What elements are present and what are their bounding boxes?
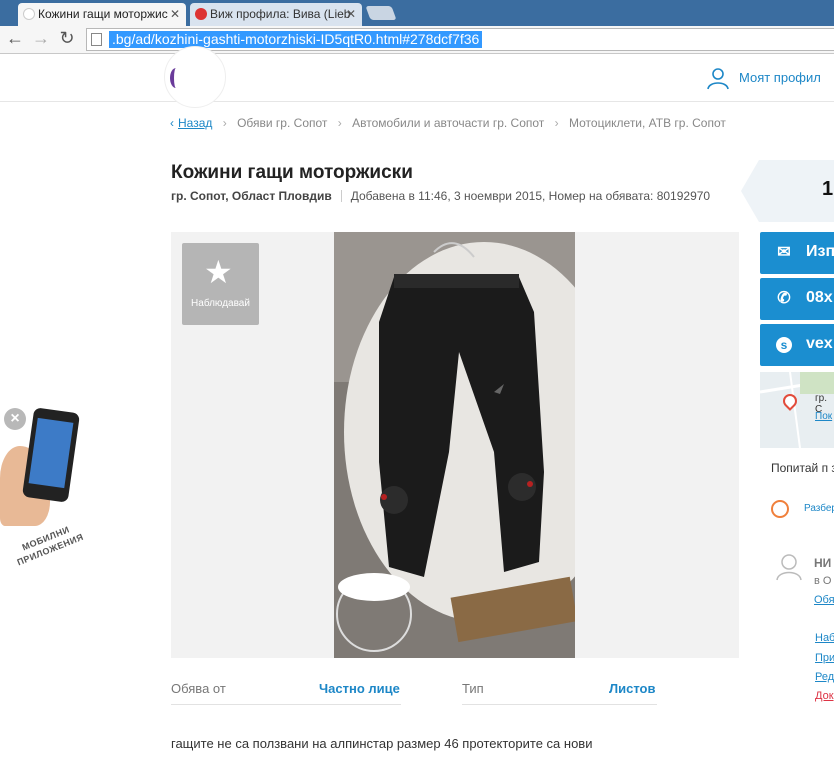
profile-favicon-icon xyxy=(195,8,207,20)
send-message-button[interactable]: ✉ Изп xyxy=(760,232,834,274)
site-favicon-icon xyxy=(23,8,35,20)
follow-button[interactable]: ★ Наблюдавай xyxy=(182,243,259,325)
sidebar-link[interactable]: Наб xyxy=(815,632,834,644)
logo-mark-icon xyxy=(170,68,182,88)
back-arrow-icon[interactable]: ← xyxy=(4,28,26,49)
page-icon xyxy=(91,33,102,46)
delivery-question: Попитай п за доставк xyxy=(771,461,834,475)
price-notch xyxy=(741,160,759,222)
mobile-apps-label[interactable]: МОБИЛНИ ПРИЛОЖЕНИЯ xyxy=(10,519,86,568)
chevron-left-icon[interactable]: ‹ xyxy=(170,116,174,130)
divider xyxy=(340,190,342,202)
detail-label: Тип xyxy=(462,681,484,696)
ad-title: Кожини гащи моторжиски xyxy=(171,162,413,183)
button-label: vex xyxy=(806,335,833,352)
browser-tab-active[interactable]: Кожини гащи моторжис ✕ xyxy=(18,3,186,26)
ad-meta: гр. Сопот, Област Пловдив Добавена в 11:4… xyxy=(171,189,710,203)
skype-icon: s xyxy=(776,337,792,353)
star-icon: ★ xyxy=(204,254,233,290)
delivery-icon xyxy=(771,500,789,518)
chevron-right-icon: › xyxy=(554,116,559,130)
sidebar-link[interactable]: Док xyxy=(815,690,834,702)
breadcrumb-item[interactable]: Автомобили и авточасти гр. Сопот xyxy=(352,116,544,130)
detail-label: Обява от xyxy=(171,681,226,696)
close-tab-icon[interactable]: ✕ xyxy=(346,3,356,25)
detail-value-link[interactable]: Частно лице xyxy=(319,681,400,696)
ad-location: гр. Сопот, Област Пловдив xyxy=(171,189,332,203)
ad-description: гащите не са ползвани на алпинстар разме… xyxy=(171,736,593,751)
learn-more-link[interactable]: Разбер xyxy=(804,503,834,514)
sidebar-link[interactable]: При xyxy=(815,652,834,664)
seller-name: НИ xyxy=(814,556,832,570)
sidebar-link[interactable]: Ред xyxy=(815,671,834,683)
chevron-right-icon: › xyxy=(337,116,342,130)
phone-icon: ✆ xyxy=(777,290,791,307)
skype-button[interactable]: s vex xyxy=(760,324,834,366)
breadcrumb-item[interactable]: Мотоциклети, АТВ гр. Сопот xyxy=(569,116,726,130)
chevron-right-icon: › xyxy=(222,116,227,130)
tab-label: Виж профила: Вива (Lieb xyxy=(210,7,351,21)
show-phone-button[interactable]: ✆ 08x xyxy=(760,278,834,320)
breadcrumb: ‹ Назад › Обяви гр. Сопот › Автомобили и … xyxy=(170,116,726,130)
seller-since: в О xyxy=(814,575,832,587)
url-text[interactable]: .bg/ad/kozhini-gashti-motorzhiski-ID5qtR… xyxy=(109,31,483,48)
divider xyxy=(171,704,401,705)
detail-value-link[interactable]: Листов xyxy=(609,681,655,696)
show-map-link[interactable]: Пок xyxy=(815,411,832,422)
my-profile-link[interactable]: Моят профил xyxy=(739,70,821,85)
new-tab-button[interactable] xyxy=(365,6,397,20)
close-tab-icon[interactable]: ✕ xyxy=(170,3,180,25)
leather-pants-image xyxy=(334,232,575,658)
back-link[interactable]: Назад xyxy=(178,116,212,130)
button-label: Изп xyxy=(806,243,834,260)
browser-tab-bar: Кожини гащи моторжис ✕ Виж профила: Вива… xyxy=(0,0,834,26)
envelope-icon: ✉ xyxy=(777,244,791,261)
ad-photo[interactable] xyxy=(334,232,575,658)
divider xyxy=(462,704,657,705)
price: 1 xyxy=(822,178,834,200)
reload-icon[interactable]: ↻ xyxy=(56,28,78,49)
browser-tab[interactable]: Виж профила: Вива (Lieb ✕ xyxy=(190,3,362,26)
tab-label: Кожини гащи моторжис xyxy=(38,7,168,21)
browser-toolbar: ← → ↻ .bg/ad/kozhini-gashti-motorzhiski-… xyxy=(0,26,834,54)
follow-label: Наблюдавай xyxy=(191,298,250,309)
close-icon[interactable]: × xyxy=(4,408,26,430)
forward-arrow-icon[interactable]: → xyxy=(30,28,52,49)
breadcrumb-item[interactable]: Обяви гр. Сопот xyxy=(237,116,327,130)
user-icon[interactable] xyxy=(706,66,730,90)
seller-avatar-icon xyxy=(776,554,802,581)
button-label: 08x xyxy=(806,289,833,306)
ad-added-info: Добавена в 11:46, 3 ноември 2015, Номер … xyxy=(350,189,711,203)
seller-ads-link[interactable]: Обя xyxy=(814,594,834,606)
